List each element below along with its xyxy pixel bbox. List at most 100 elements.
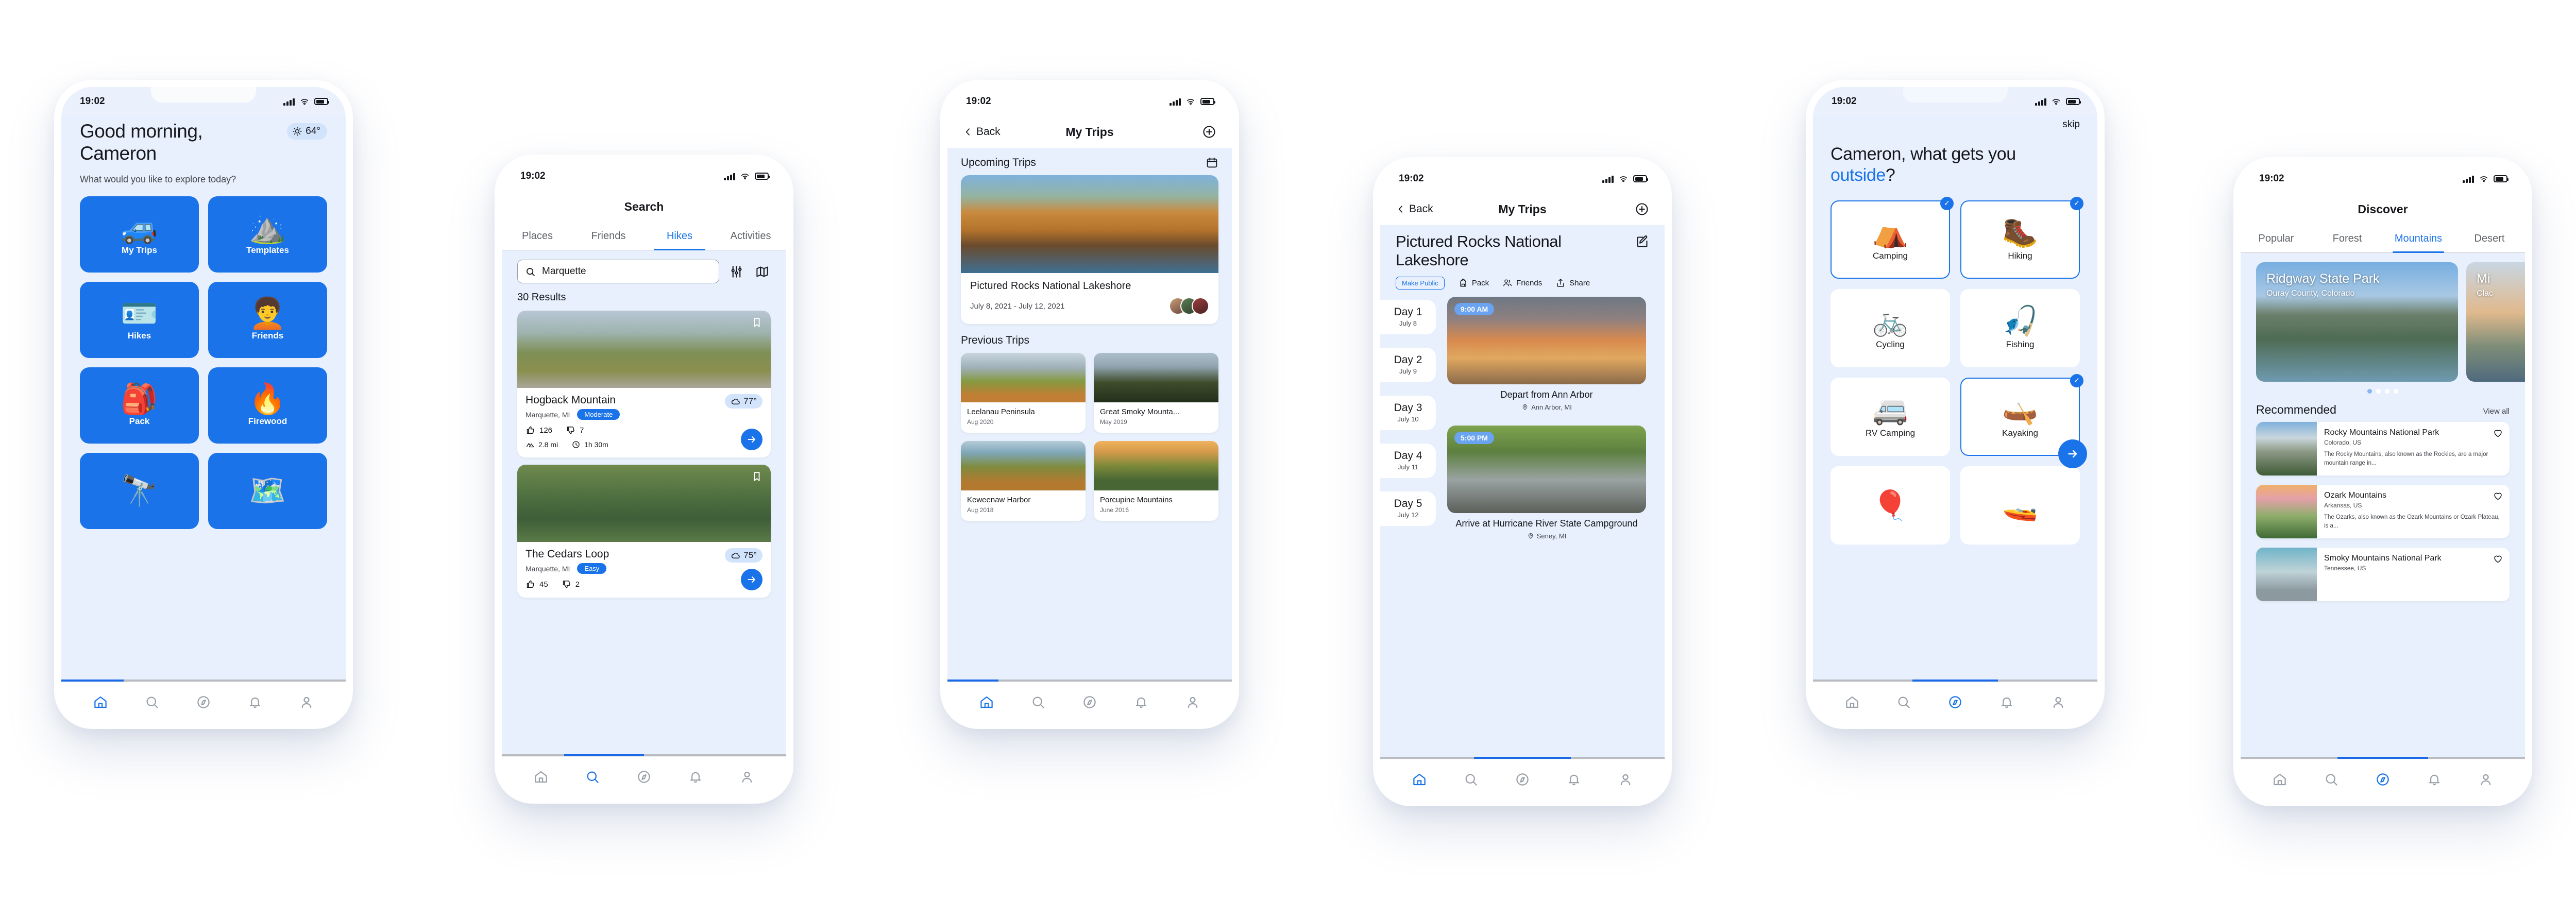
search-input[interactable]: Marquette: [517, 260, 719, 283]
tile-my-trips[interactable]: 🚙 My Trips: [80, 196, 199, 273]
option-rv-camping[interactable]: 🚐 RV Camping: [1831, 377, 1950, 456]
bookmark-icon[interactable]: [751, 317, 762, 328]
tile-hikes[interactable]: 🪪 Hikes: [80, 281, 199, 358]
calendar-icon[interactable]: [1206, 156, 1218, 169]
open-hike-button[interactable]: [741, 569, 762, 590]
tab-home[interactable]: [2271, 771, 2289, 788]
skip-button[interactable]: skip: [1831, 119, 2080, 130]
tab-friends[interactable]: Friends: [573, 223, 644, 250]
trip-members-avatars[interactable]: [1169, 297, 1209, 315]
tab-search[interactable]: [1895, 693, 1912, 711]
carousel-dot[interactable]: [2367, 389, 2372, 394]
option-fishing[interactable]: 🎣 Fishing: [1960, 288, 2080, 367]
tab-mountains[interactable]: Mountains: [2383, 225, 2454, 253]
day-item[interactable]: Day 1 July 8: [1380, 299, 1436, 334]
bookmark-icon[interactable]: [751, 471, 762, 482]
tab-hikes[interactable]: Hikes: [644, 223, 715, 251]
back-button[interactable]: Back: [963, 126, 1001, 138]
tab-discover[interactable]: [1514, 771, 1531, 788]
event-item[interactable]: 5:00 PM Arrive at Hurricane River State …: [1447, 425, 1646, 540]
make-public-button[interactable]: Make Public: [1396, 276, 1445, 290]
tab-search[interactable]: [584, 768, 601, 786]
tab-notifications[interactable]: [2426, 771, 2443, 788]
tab-notifications[interactable]: [1998, 693, 2015, 711]
friends-button[interactable]: Friends: [1502, 278, 1542, 288]
day-item[interactable]: Day 4 July 11: [1380, 443, 1436, 478]
tile-templates[interactable]: ⛰️ Templates: [208, 196, 327, 273]
tab-desert[interactable]: Desert: [2454, 225, 2525, 252]
map-view-button[interactable]: [753, 263, 771, 280]
option-hiking[interactable]: 🥾 Hiking ✓: [1960, 196, 2083, 279]
tile-map[interactable]: 🗺️: [208, 452, 327, 529]
tab-forest[interactable]: Forest: [2312, 225, 2383, 252]
carousel-dot[interactable]: [2394, 389, 2398, 394]
share-button[interactable]: Share: [1555, 278, 1590, 288]
carousel-card[interactable]: Ridgway State Park Ouray County, Colorad…: [2256, 262, 2458, 382]
previous-trip-card[interactable]: Great Smoky Mounta... May 2019: [1094, 353, 1218, 433]
tab-home[interactable]: [978, 693, 995, 711]
tile-firewood[interactable]: 🔥 Firewood: [208, 367, 327, 444]
tab-profile[interactable]: [2477, 771, 2495, 788]
carousel-card[interactable]: Mi Clac: [2466, 262, 2525, 382]
carousel-dot[interactable]: [2385, 389, 2389, 394]
tab-notifications[interactable]: [246, 693, 264, 711]
add-item-button[interactable]: [1635, 202, 1649, 216]
edit-trip-button[interactable]: [1635, 234, 1649, 253]
tab-home[interactable]: [92, 693, 109, 711]
recommendation-card[interactable]: Smoky Mountains National Park Tennessee,…: [2256, 548, 2510, 601]
tab-profile[interactable]: [738, 768, 756, 786]
pack-button[interactable]: Pack: [1458, 278, 1489, 288]
tab-discover[interactable]: [1081, 693, 1098, 711]
tab-search[interactable]: [143, 693, 161, 711]
next-button[interactable]: [2058, 439, 2087, 468]
tab-discover[interactable]: [2374, 771, 2392, 788]
tile-pack[interactable]: 🎒 Pack: [80, 367, 199, 444]
hike-card[interactable]: The Cedars Loop Marquette, MI Easy 45 2 …: [517, 465, 771, 598]
option-ballooning[interactable]: 🎈: [1831, 466, 1950, 545]
tab-places[interactable]: Places: [502, 223, 573, 250]
recommendation-card[interactable]: Rocky Mountains National Park Colorado, …: [2256, 422, 2510, 476]
tile-binoculars[interactable]: 🔭: [80, 452, 199, 529]
tab-notifications[interactable]: [687, 768, 704, 786]
tab-search[interactable]: [1462, 771, 1480, 788]
tab-discover[interactable]: [195, 693, 212, 711]
tab-profile[interactable]: [1617, 771, 1634, 788]
heart-icon[interactable]: [2493, 553, 2503, 564]
tile-friends[interactable]: 🧑‍🦱 Friends: [208, 281, 327, 358]
previous-trip-card[interactable]: Keweenaw Harbor Aug 2018: [961, 441, 1086, 521]
tab-home[interactable]: [1411, 771, 1428, 788]
tab-popular[interactable]: Popular: [2241, 225, 2312, 252]
tab-notifications[interactable]: [1565, 771, 1583, 788]
tab-home[interactable]: [1843, 693, 1861, 711]
option-kayaking[interactable]: 🛶 Kayaking ✓: [1960, 373, 2087, 468]
recommendation-card[interactable]: Ozark Mountains Arkansas, US The Ozarks,…: [2256, 485, 2510, 538]
tab-profile[interactable]: [2049, 693, 2067, 711]
featured-carousel[interactable]: Ridgway State Park Ouray County, Colorad…: [2241, 253, 2525, 382]
filter-button[interactable]: [727, 263, 745, 280]
tab-profile[interactable]: [298, 693, 315, 711]
view-all-link[interactable]: View all: [2483, 407, 2510, 416]
open-hike-button[interactable]: [741, 429, 762, 450]
tab-home[interactable]: [532, 768, 550, 786]
tab-discover[interactable]: [1946, 693, 1964, 711]
tab-search[interactable]: [2323, 771, 2340, 788]
back-button[interactable]: Back: [1396, 203, 1433, 215]
day-item[interactable]: Day 3 July 10: [1380, 395, 1436, 430]
tab-notifications[interactable]: [1132, 693, 1150, 711]
previous-trip-card[interactable]: Leelanau Peninsula Aug 2020: [961, 353, 1086, 433]
hike-card[interactable]: Hogback Mountain Marquette, MI Moderate …: [517, 311, 771, 457]
option-boating[interactable]: 🚤: [1960, 466, 2080, 545]
upcoming-trip-card[interactable]: Pictured Rocks National Lakeshore July 8…: [961, 175, 1218, 324]
option-camping[interactable]: ⛺ Camping ✓: [1831, 196, 1954, 279]
day-item[interactable]: Day 5 July 12: [1380, 491, 1436, 526]
heart-icon[interactable]: [2493, 428, 2503, 438]
previous-trip-card[interactable]: Porcupine Mountains June 2016: [1094, 441, 1218, 521]
tab-discover[interactable]: [635, 768, 653, 786]
add-trip-button[interactable]: [1202, 125, 1216, 139]
tab-profile[interactable]: [1184, 693, 1201, 711]
event-item[interactable]: 9:00 AM Depart from Ann Arbor Ann Arbor,…: [1447, 296, 1646, 411]
heart-icon[interactable]: [2493, 490, 2503, 501]
day-item[interactable]: Day 2 July 9: [1380, 347, 1436, 382]
tab-search[interactable]: [1029, 693, 1047, 711]
carousel-dot[interactable]: [2376, 389, 2381, 394]
